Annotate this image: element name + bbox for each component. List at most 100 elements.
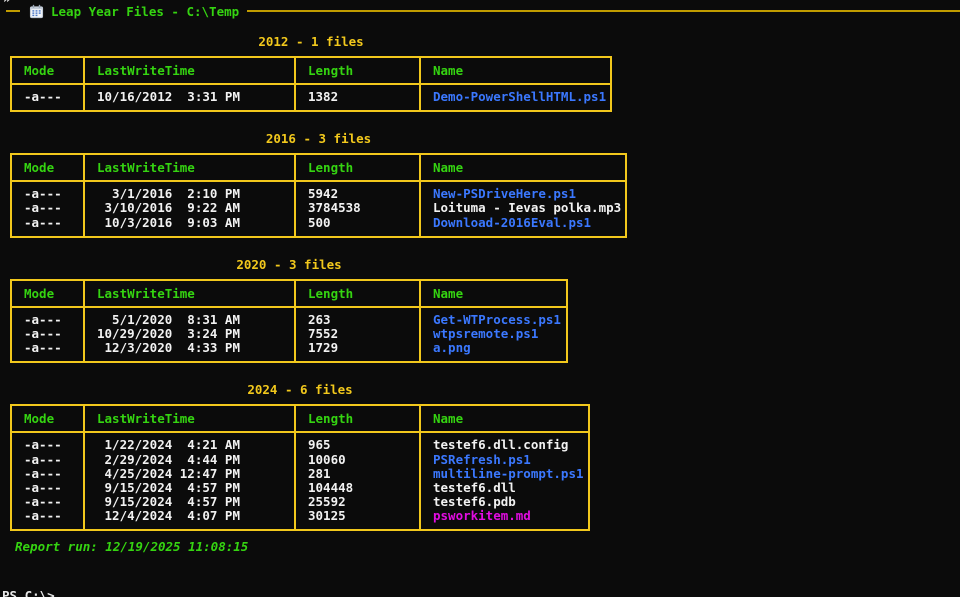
file-name: testef6.dll.config — [433, 438, 577, 452]
file-length: 3784538 — [308, 201, 408, 215]
file-mode: -a--- — [24, 495, 72, 509]
file-mode: -a--- — [24, 327, 72, 341]
year-group-2016: 2016 - 3 files ModeLastWriteTimeLengthNam… — [10, 132, 960, 238]
group-title: 2016 - 3 files — [10, 132, 627, 146]
table-body: -a----a----a----a----a----a--- 1/22/2024… — [12, 433, 588, 529]
file-lwt: 4/25/2024 12:47 PM — [97, 467, 283, 481]
file-name: PSRefresh.ps1 — [433, 453, 577, 467]
length-column: 26375521729 — [296, 308, 421, 362]
column-header-length: Length — [296, 405, 421, 432]
scrollback-chevron: » — [3, 0, 11, 7]
file-name: Loituma - Ievas polka.mp3 — [433, 201, 614, 215]
file-table: ModeLastWriteTimeLengthName -a--- 10/16/20… — [10, 56, 612, 112]
file-mode: -a--- — [24, 453, 72, 467]
file-lwt: 3/1/2016 2:10 PM — [97, 187, 283, 201]
terminal-screen: » Leap Year Files - C:\Temp 2012 - 1 fil… — [0, 0, 960, 597]
column-header-length: Length — [296, 57, 421, 84]
file-mode: -a--- — [24, 438, 72, 452]
table-body: -a----a----a--- 3/1/2016 2:10 PM 3/10/20… — [12, 182, 625, 236]
file-name: testef6.dll — [433, 481, 577, 495]
group-title: 2012 - 1 files — [10, 35, 612, 49]
file-length: 263 — [308, 313, 408, 327]
report-header-rule: Leap Year Files - C:\Temp — [6, 0, 960, 15]
file-length: 1382 — [308, 90, 408, 104]
file-name: testef6.pdb — [433, 495, 577, 509]
column-header-mode: Mode — [12, 280, 85, 307]
lastwritetime-column: 5/1/2020 8:31 AM10/29/2020 3:24 PM 12/3/… — [85, 308, 296, 362]
file-name: multiline-prompt.ps1 — [433, 467, 577, 481]
column-header-name: Name — [421, 57, 610, 84]
file-name: Demo-PowerShellHTML.ps1 — [433, 90, 599, 104]
mode-column: -a--- — [12, 85, 85, 110]
column-header-name: Name — [421, 154, 625, 181]
file-lwt: 9/15/2024 4:57 PM — [97, 481, 283, 495]
column-header-lastwritetime: LastWriteTime — [85, 154, 296, 181]
mode-column: -a----a----a----a----a----a--- — [12, 433, 85, 529]
file-length: 10060 — [308, 453, 408, 467]
file-name: wtpsremote.ps1 — [433, 327, 555, 341]
name-column: New-PSDriveHere.ps1Loituma - Ievas polka… — [421, 182, 625, 236]
file-lwt: 3/10/2016 9:22 AM — [97, 201, 283, 215]
file-lwt: 12/4/2024 4:07 PM — [97, 509, 283, 523]
file-table: ModeLastWriteTimeLengthName-a----a----a-… — [10, 153, 627, 238]
table-body: -a--- 10/16/2012 3:31 PM 1382 Demo-PowerShe… — [12, 85, 610, 110]
file-mode: -a--- — [24, 187, 72, 201]
file-name: New-PSDriveHere.ps1 — [433, 187, 614, 201]
file-lwt: 10/16/2012 3:31 PM — [97, 90, 283, 104]
column-header-length: Length — [296, 154, 421, 181]
file-mode: -a--- — [24, 201, 72, 215]
calendar-icon — [29, 4, 44, 19]
rule-fill — [247, 10, 960, 12]
year-group-2024: 2024 - 6 files ModeLastWriteTimeLengthNam… — [10, 383, 960, 531]
file-name: a.png — [433, 341, 555, 355]
file-lwt: 5/1/2020 8:31 AM — [97, 313, 283, 327]
file-length: 281 — [308, 467, 408, 481]
file-length: 25592 — [308, 495, 408, 509]
file-mode: -a--- — [24, 509, 72, 523]
group-title: 2024 - 6 files — [10, 383, 590, 397]
file-length: 7552 — [308, 327, 408, 341]
table-header-row: ModeLastWriteTimeLengthName — [12, 406, 588, 433]
lastwritetime-column: 10/16/2012 3:31 PM — [85, 85, 296, 110]
column-header-mode: Mode — [12, 57, 85, 84]
lastwritetime-column: 1/22/2024 4:21 AM 2/29/2024 4:44 PM 4/25… — [85, 433, 296, 529]
column-header-name: Name — [421, 280, 566, 307]
file-lwt: 12/3/2020 4:33 PM — [97, 341, 283, 355]
year-group-2020: 2020 - 3 filesModeLastWriteTimeLengthNam… — [10, 258, 960, 364]
column-header-lastwritetime: LastWriteTime — [85, 405, 296, 432]
table-body: -a----a----a--- 5/1/2020 8:31 AM10/29/20… — [12, 308, 566, 362]
file-length: 500 — [308, 216, 408, 230]
file-lwt: 9/15/2024 4:57 PM — [97, 495, 283, 509]
column-header-lastwritetime: LastWriteTime — [85, 280, 296, 307]
file-mode: -a--- — [24, 90, 72, 104]
lastwritetime-column: 3/1/2016 2:10 PM 3/10/2016 9:22 AM 10/3/… — [85, 182, 296, 236]
file-mode: -a--- — [24, 216, 72, 230]
column-header-lastwritetime: LastWriteTime — [85, 57, 296, 84]
column-header-mode: Mode — [12, 154, 85, 181]
file-length: 965 — [308, 438, 408, 452]
file-table: ModeLastWriteTimeLengthName-a----a----a-… — [10, 279, 568, 364]
shell-prompt[interactable]: PS C:\> — [2, 588, 55, 597]
table-header-row: ModeLastWriteTimeLengthName — [12, 281, 566, 308]
name-column: testef6.dll.configPSRefresh.ps1multiline… — [421, 433, 588, 529]
file-length: 5942 — [308, 187, 408, 201]
mode-column: -a----a----a--- — [12, 182, 85, 236]
report-run-timestamp: Report run: 12/19/2025 11:08:15 — [10, 540, 960, 554]
file-lwt: 10/29/2020 3:24 PM — [97, 327, 283, 341]
year-groups: 2012 - 1 filesModeLastWriteTimeLengthNam… — [10, 35, 960, 531]
file-length: 1729 — [308, 341, 408, 355]
file-name: Get-WTProcess.ps1 — [433, 313, 555, 327]
mode-column: -a----a----a--- — [12, 308, 85, 362]
file-length: 104448 — [308, 481, 408, 495]
table-header-row: ModeLastWriteTimeLengthName — [12, 58, 610, 85]
file-lwt: 2/29/2024 4:44 PM — [97, 453, 283, 467]
file-mode: -a--- — [24, 467, 72, 481]
file-mode: -a--- — [24, 481, 72, 495]
column-header-name: Name — [421, 405, 588, 432]
length-column: 59423784538500 — [296, 182, 421, 236]
file-mode: -a--- — [24, 341, 72, 355]
file-lwt: 1/22/2024 4:21 AM — [97, 438, 283, 452]
file-name: Download-2016Eval.ps1 — [433, 216, 614, 230]
length-column: 965100602811044482559230125 — [296, 433, 421, 529]
rule-dash — [6, 10, 20, 12]
